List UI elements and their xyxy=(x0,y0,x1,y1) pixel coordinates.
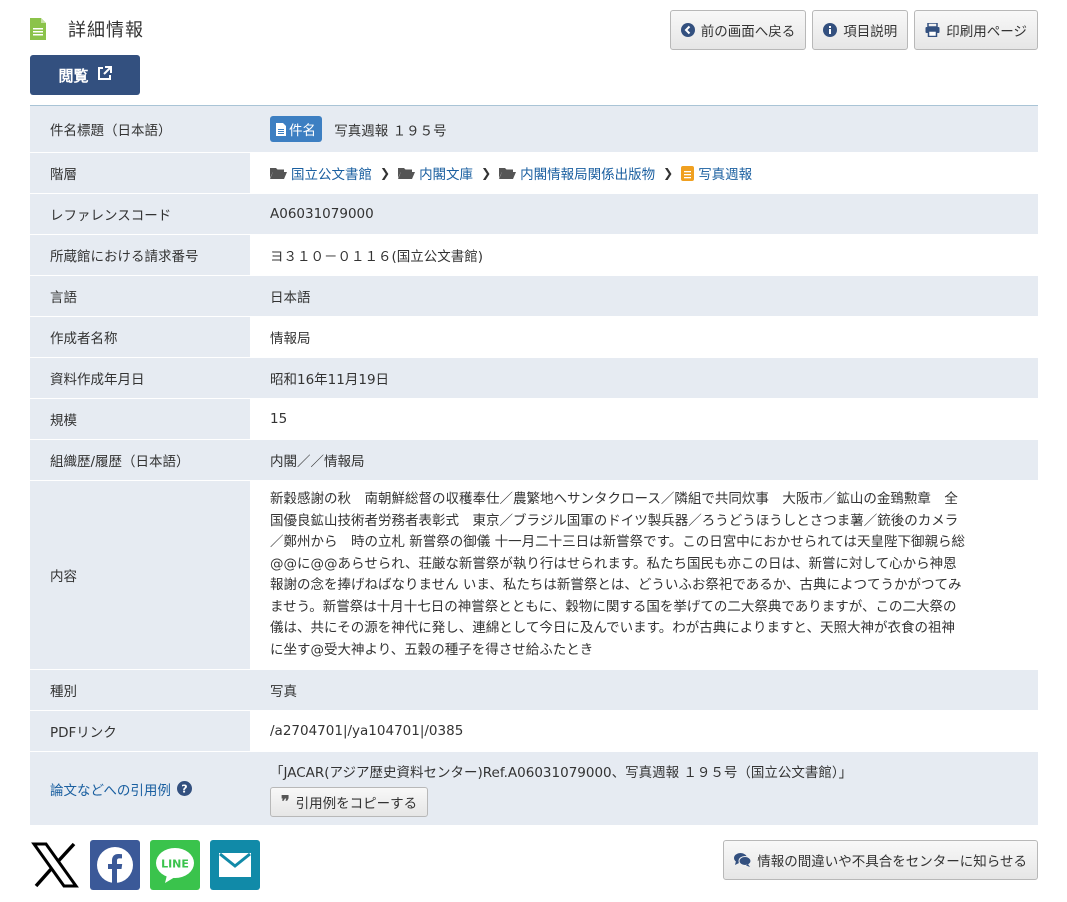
row-value: /a2704701|/ya104701|/0385 xyxy=(250,710,1038,752)
row-org: 組織歴/履歴（日本語） 内閣／／情報局 xyxy=(30,439,1038,481)
row-date: 資料作成年月日 昭和16年11月19日 xyxy=(30,357,1038,399)
folder-open-icon xyxy=(499,168,517,179)
content-line: 儀は、共にその源を神代に発し、連綿として今日に及んでいます。わが古典によりますと… xyxy=(270,620,955,636)
help-button-label: 項目説明 xyxy=(843,24,898,40)
row-hierarchy: 階層 国立公文書館 ❯ 内閣文庫 ❯ 内閣情報局関係出版物 ❯ 写真週報 xyxy=(30,152,1038,194)
breadcrumb-link[interactable]: 内閣文庫 xyxy=(419,163,473,183)
row-value: 内閣／／情報局 xyxy=(250,439,1038,481)
facebook-icon[interactable] xyxy=(90,840,140,890)
row-callno: 所蔵館における請求番号 ヨ３１０－０１１６(国立公文書館) xyxy=(30,234,1038,276)
content-line: 報謝の念を捧げねばなりません いま、私たちは新嘗祭とは、どういふお祭祀であるか、… xyxy=(270,577,962,593)
row-label: 所蔵館における請求番号 xyxy=(30,234,250,276)
row-label: 作成者名称 xyxy=(30,316,250,358)
title-value: 写真週報 １９５号 xyxy=(334,123,447,140)
report-issue-label: 情報の間違いや不具合をセンターに知らせる xyxy=(757,854,1027,870)
page-title-text: 詳細情報 xyxy=(68,20,144,41)
row-kind: 種別 写真 xyxy=(30,669,1038,711)
chevron-right-icon: ❯ xyxy=(380,166,391,180)
document-icon xyxy=(30,18,46,40)
row-lang: 言語 日本語 xyxy=(30,275,1038,317)
x-icon[interactable] xyxy=(30,840,80,890)
folder-open-icon xyxy=(270,168,287,179)
row-value: 15 xyxy=(250,398,1038,440)
breadcrumb-link[interactable]: 写真週報 xyxy=(698,163,752,183)
row-label: PDFリンク xyxy=(30,710,250,752)
content-line: ／鄭州から 時の立札 新嘗祭の御儀 十一月二十三日は新嘗祭です。この日宮中におか… xyxy=(270,534,966,550)
row-value: 日本語 xyxy=(250,275,1038,317)
row-label: 件名標題（日本語） xyxy=(30,105,250,153)
line-icon[interactable]: LINE xyxy=(150,840,200,890)
row-value: 情報局 xyxy=(250,316,1038,358)
cite-label: 論文などへの引用例 xyxy=(50,782,171,799)
file-orange-icon xyxy=(681,165,695,181)
row-label: レファレンスコード xyxy=(30,193,250,235)
folder-open-icon xyxy=(398,168,416,179)
content-line: 国優良鉱山技術者労務者表彰式 東京／ブラジル国軍のドイツ製兵器／ろうどうほうしと… xyxy=(270,512,959,529)
quote-icon: ❞ xyxy=(281,792,290,811)
row-cite: 論文などへの引用例 ? 「JACAR(アジア歴史資料センター)Ref.A0603… xyxy=(30,751,1038,826)
svg-text:?: ? xyxy=(181,783,187,796)
print-button[interactable]: 印刷用ページ xyxy=(914,10,1038,50)
breadcrumb: 国立公文書館 ❯ 内閣文庫 ❯ 内閣情報局関係出版物 ❯ 写真週報 xyxy=(270,163,752,183)
chevron-right-icon: ❯ xyxy=(481,166,492,180)
row-creator: 作成者名称 情報局 xyxy=(30,316,1038,358)
row-value: ヨ３１０－０１１６(国立公文書館) xyxy=(250,234,1038,276)
content-line: ませう。新嘗祭は十月十七日の神嘗祭とともに、穀物に関する国を挙げての二大祭典であ… xyxy=(270,598,957,615)
page-title: 詳細情報 xyxy=(30,16,144,42)
row-label: 階層 xyxy=(30,152,250,194)
file-icon xyxy=(276,122,286,136)
share-buttons: LINE xyxy=(30,840,260,890)
row-value: 昭和16年11月19日 xyxy=(250,357,1038,399)
kenmei-badge: 件名 xyxy=(270,116,322,142)
row-title: 件名標題（日本語） 件名 写真週報 １９５号 xyxy=(30,105,1038,153)
svg-text:LINE: LINE xyxy=(161,858,189,871)
copy-citation-button[interactable]: ❞ 引用例をコピーする xyxy=(270,786,429,817)
comments-icon xyxy=(734,853,752,867)
row-scale: 規模 15 xyxy=(30,398,1038,440)
help-button[interactable]: 項目説明 xyxy=(812,10,909,50)
row-refcode: レファレンスコード A06031079000 xyxy=(30,193,1038,235)
view-button[interactable]: 閲覧 xyxy=(30,55,140,95)
chevron-right-icon: ❯ xyxy=(663,166,674,180)
row-pdf: PDFリンク /a2704701|/ya104701|/0385 xyxy=(30,710,1038,752)
row-label: 組織歴/履歴（日本語） xyxy=(30,439,250,481)
row-label: 資料作成年月日 xyxy=(30,357,250,399)
content-line: に坐す@受大神より、五穀の種子を得させ給ふたとき xyxy=(270,641,594,658)
breadcrumb-link[interactable]: 内閣情報局関係出版物 xyxy=(520,163,655,183)
external-link-icon xyxy=(97,65,112,85)
cite-text: 「JACAR(アジア歴史資料センター)Ref.A06031079000、写真週報… xyxy=(270,764,853,781)
back-button-label: 前の画面へ戻る xyxy=(700,24,796,40)
row-label: 言語 xyxy=(30,275,250,317)
badge-label: 件名 xyxy=(289,123,316,139)
copy-citation-label: 引用例をコピーする xyxy=(295,795,418,812)
arrow-left-circle-icon xyxy=(680,23,695,37)
page-header: 詳細情報 前の画面へ戻る 項目説明 印刷用ページ xyxy=(30,10,1038,50)
row-label: 規模 xyxy=(30,398,250,440)
view-button-label: 閲覧 xyxy=(58,66,89,85)
cite-help-link[interactable]: 論文などへの引用例 ? xyxy=(50,779,230,799)
info-icon xyxy=(823,23,838,37)
mail-icon[interactable] xyxy=(210,840,260,890)
row-label: 種別 xyxy=(30,669,250,711)
detail-table: 件名標題（日本語） 件名 写真週報 １９５号 階層 国立公文書館 ❯ 内閣文庫 … xyxy=(30,105,1038,826)
question-circle-icon: ? xyxy=(176,781,192,796)
print-button-label: 印刷用ページ xyxy=(946,24,1027,40)
row-value: 写真 xyxy=(250,669,1038,711)
row-value: A06031079000 xyxy=(250,193,1038,235)
printer-icon xyxy=(925,23,940,37)
content-text: 新穀感謝の秋 南朝鮮総督の収穫奉仕／農繁地へサンタクロース／隣組で共同炊事 大阪… xyxy=(250,480,1038,670)
breadcrumb-link[interactable]: 国立公文書館 xyxy=(291,163,372,183)
row-content: 内容 新穀感謝の秋 南朝鮮総督の収穫奉仕／農繁地へサンタクロース／隣組で共同炊事… xyxy=(30,480,1038,670)
row-label: 内容 xyxy=(30,480,250,670)
content-line: 新穀感謝の秋 南朝鮮総督の収穫奉仕／農繁地へサンタクロース／隣組で共同炊事 大阪… xyxy=(270,491,958,507)
report-issue-button[interactable]: 情報の間違いや不具合をセンターに知らせる xyxy=(723,840,1038,880)
content-line: @@に@@あらせられ、荘厳な新嘗祭が執り行はせられます。私たち国民も亦この日は、… xyxy=(270,555,957,572)
back-button[interactable]: 前の画面へ戻る xyxy=(669,10,807,50)
